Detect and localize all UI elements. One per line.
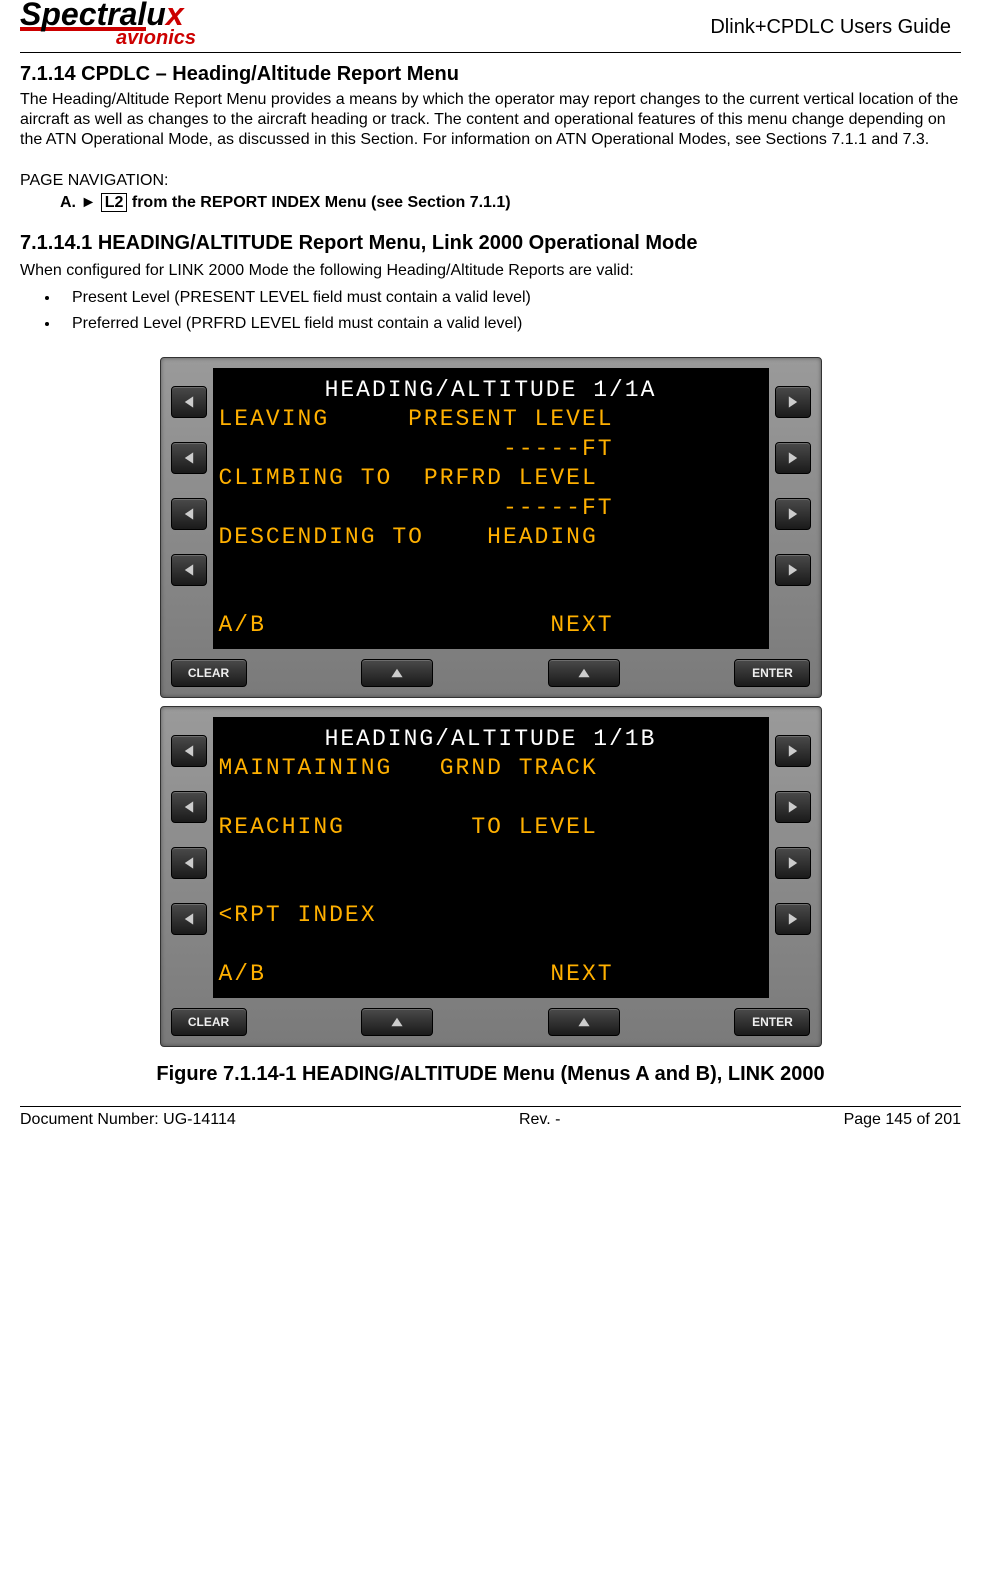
section-intro: The Heading/Altitude Report Menu provide…: [20, 90, 961, 150]
lsk-r2-button[interactable]: [775, 791, 811, 823]
footer-docnum: Document Number: UG-14114: [20, 1111, 236, 1129]
lsk-l4-button[interactable]: [171, 554, 207, 586]
subsection-lead: When configured for LINK 2000 Mode the f…: [20, 261, 961, 281]
cdu-screen-b: HEADING/ALTITUDE 1/1BMAINTAINING GRND TR…: [213, 717, 769, 998]
lsk-box: L2: [101, 193, 128, 212]
lsk-r3-button[interactable]: [775, 847, 811, 879]
subsection-heading: 7.1.14.1 HEADING/ALTITUDE Report Menu, L…: [20, 232, 961, 255]
lsk-l4-button[interactable]: [171, 903, 207, 935]
screen-body: LEAVING PRESENT LEVEL -----FT CLIMBING T…: [219, 406, 614, 638]
lsk-r4-button[interactable]: [775, 554, 811, 586]
logo-main: Spectralux: [20, 0, 200, 29]
lsk-left-column: [171, 368, 207, 649]
lsk-l2-button[interactable]: [171, 442, 207, 474]
lsk-r4-button[interactable]: [775, 903, 811, 935]
screen-title: HEADING/ALTITUDE 1/1A: [219, 376, 763, 405]
rocker-1[interactable]: [361, 659, 433, 687]
rocker-2[interactable]: [548, 659, 620, 687]
bullet-list: Present Level (PRESENT LEVEL field must …: [60, 289, 961, 333]
section-heading: 7.1.14 CPDLC – Heading/Altitude Report M…: [20, 63, 961, 86]
lsk-l3-button[interactable]: [171, 847, 207, 879]
list-item: Present Level (PRESENT LEVEL field must …: [60, 289, 961, 307]
page-header: Spectralux avionics Dlink+CPDLC Users Gu…: [10, 0, 971, 50]
rocker-1[interactable]: [361, 1008, 433, 1036]
lsk-r1-button[interactable]: [775, 386, 811, 418]
figure-caption: Figure 7.1.14-1 HEADING/ALTITUDE Menu (M…: [20, 1063, 961, 1086]
lsk-r3-button[interactable]: [775, 498, 811, 530]
document-title: Dlink+CPDLC Users Guide: [710, 0, 961, 39]
lsk-r2-button[interactable]: [775, 442, 811, 474]
lsk-l1-button[interactable]: [171, 735, 207, 767]
list-item: Preferred Level (PRFRD LEVEL field must …: [60, 315, 961, 333]
footer-page: Page 145 of 201: [844, 1111, 961, 1129]
clear-button[interactable]: CLEAR: [171, 1008, 247, 1036]
clear-button[interactable]: CLEAR: [171, 659, 247, 687]
cdu-screen-a: HEADING/ALTITUDE 1/1ALEAVING PRESENT LEV…: [213, 368, 769, 649]
lsk-right-column: [775, 368, 811, 649]
lsk-l3-button[interactable]: [171, 498, 207, 530]
page-navigation-label: PAGE NAVIGATION:: [20, 172, 961, 190]
enter-button[interactable]: ENTER: [734, 1008, 810, 1036]
enter-button[interactable]: ENTER: [734, 659, 810, 687]
lsk-l2-button[interactable]: [171, 791, 207, 823]
screen-body: MAINTAINING GRND TRACK REACHING TO LEVEL…: [219, 755, 614, 987]
cdu-panel-a: HEADING/ALTITUDE 1/1ALEAVING PRESENT LEV…: [160, 357, 822, 698]
page-footer: Document Number: UG-14114 Rev. - Page 14…: [10, 1111, 971, 1141]
lsk-r1-button[interactable]: [775, 735, 811, 767]
screen-title: HEADING/ALTITUDE 1/1B: [219, 725, 763, 754]
lsk-left-column: [171, 717, 207, 998]
cdu-panel-b: HEADING/ALTITUDE 1/1BMAINTAINING GRND TR…: [160, 706, 822, 1047]
lsk-right-column: [775, 717, 811, 998]
lsk-l1-button[interactable]: [171, 386, 207, 418]
brand-logo: Spectralux avionics: [20, 0, 200, 50]
footer-rev: Rev. -: [519, 1111, 560, 1129]
page-navigation-item: A. ► L2 from the REPORT INDEX Menu (see …: [60, 194, 961, 212]
rocker-2[interactable]: [548, 1008, 620, 1036]
